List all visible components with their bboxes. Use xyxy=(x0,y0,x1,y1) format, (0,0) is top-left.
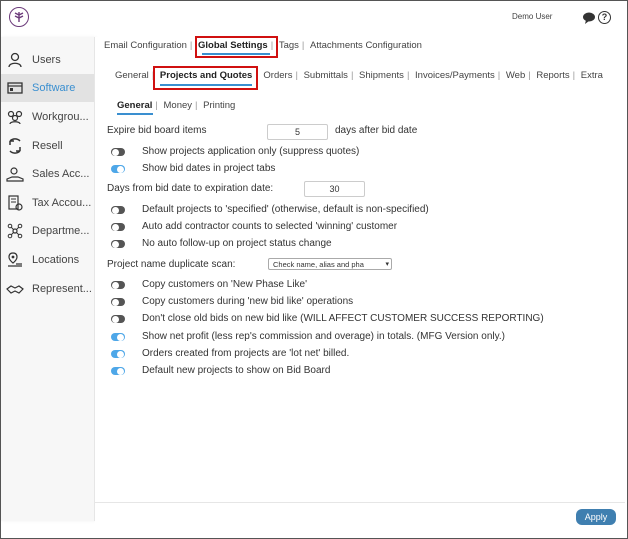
sidebar-item-departments[interactable]: Departme... xyxy=(1,217,94,245)
tab-general[interactable]: General xyxy=(115,70,149,81)
setting-label: Default projects to 'specified' (otherwi… xyxy=(142,204,429,215)
sales-accounts-icon xyxy=(6,165,24,183)
active-subtab-underline xyxy=(160,84,252,86)
sidebar-item-label: Tax Accou... xyxy=(32,197,92,209)
toggle-show-projects-only[interactable] xyxy=(111,148,125,156)
sidebar-item-label: Resell xyxy=(32,140,63,152)
tab-extra[interactable]: Extra xyxy=(581,70,603,81)
expire-label: Expire bid board items xyxy=(107,125,207,136)
software-icon xyxy=(6,79,24,97)
user-icon xyxy=(6,51,24,69)
active-subtab2-underline xyxy=(117,113,153,115)
sidebar-item-label: Users xyxy=(32,54,61,66)
tab-tags[interactable]: Tags xyxy=(279,40,299,51)
tab-shipments[interactable]: Shipments xyxy=(359,70,404,81)
resell-icon xyxy=(6,137,24,155)
tab-printing[interactable]: Printing xyxy=(203,100,235,111)
setting-label: Auto add contractor counts to selected '… xyxy=(142,221,398,232)
workgroup-icon xyxy=(6,108,24,126)
sidebar-item-workgroups[interactable]: Workgrou... xyxy=(1,103,94,131)
active-tab-underline xyxy=(202,53,270,55)
user-name[interactable]: Demo User xyxy=(512,12,552,21)
toggle-copy-new-phase[interactable] xyxy=(111,281,125,289)
setting-label: Show net profit (less rep's commission a… xyxy=(142,331,505,342)
tab-invoices-payments[interactable]: Invoices/Payments xyxy=(415,70,495,81)
help-icon[interactable]: ? xyxy=(598,11,611,24)
tax-accounts-icon xyxy=(6,194,24,212)
sidebar-item-label: Software xyxy=(32,82,76,94)
sidebar-item-users[interactable]: Users xyxy=(1,46,94,74)
sidebar-item-label: Represent... xyxy=(32,283,92,295)
toggle-default-specified[interactable] xyxy=(111,206,125,214)
chat-icon[interactable] xyxy=(582,11,596,25)
toggle-show-bid-dates[interactable] xyxy=(111,165,125,173)
sidebar-item-sales-accounts[interactable]: Sales Acc... xyxy=(1,160,94,188)
sidebar-item-label: Workgrou... xyxy=(32,111,89,123)
sidebar-item-label: Locations xyxy=(32,254,80,266)
sidebar-item-software[interactable]: Software xyxy=(1,74,94,102)
locations-icon xyxy=(6,251,24,269)
tab-reports[interactable]: Reports xyxy=(536,70,569,81)
sidebar-item-tax-accounts[interactable]: Tax Accou... xyxy=(1,189,94,217)
departments-icon xyxy=(6,222,24,240)
dup-scan-select[interactable]: Check name, alias and pha ▾ xyxy=(268,258,392,270)
apply-button[interactable]: Apply xyxy=(576,509,616,525)
setting-label: No auto follow-up on project status chan… xyxy=(142,238,332,249)
toggle-auto-add-contractor[interactable] xyxy=(111,223,125,231)
tab-email-configuration[interactable]: Email Configuration xyxy=(104,40,187,51)
highlight-projects-and-quotes xyxy=(153,66,258,90)
setting-label: Default new projects to show on Bid Boar… xyxy=(142,365,331,376)
days-expiration-input[interactable]: 30 xyxy=(304,181,365,197)
chevron-down-icon: ▾ xyxy=(385,261,389,268)
toggle-no-auto-followup[interactable] xyxy=(111,240,125,248)
toggle-show-on-bid-board[interactable] xyxy=(111,367,125,375)
toggle-show-net-profit[interactable] xyxy=(111,333,125,341)
dup-scan-value: Check name, alias and pha xyxy=(273,260,364,269)
app-logo-icon[interactable] xyxy=(9,7,29,27)
tab-sub-general[interactable]: General xyxy=(117,100,152,111)
tab-orders[interactable]: Orders xyxy=(263,70,292,81)
sidebar-item-representatives[interactable]: Represent... xyxy=(1,275,94,303)
toggle-copy-new-bid[interactable] xyxy=(111,298,125,306)
representatives-icon xyxy=(6,280,24,298)
expire-suffix: days after bid date xyxy=(335,125,418,136)
tab-web[interactable]: Web xyxy=(506,70,525,81)
projects-subtabs: General | Money | Printing xyxy=(117,100,236,111)
top-bar: Demo User ? xyxy=(1,1,625,37)
tab-money[interactable]: Money xyxy=(164,100,193,111)
setting-label: Copy customers on 'New Phase Like' xyxy=(142,279,308,290)
setting-label: Copy customers during 'new bid like' ope… xyxy=(142,296,354,307)
days-label: Days from bid date to expiration date: xyxy=(107,183,274,194)
setting-label: Don't close old bids on new bid like (WI… xyxy=(142,313,544,324)
sidebar-item-resell[interactable]: Resell xyxy=(1,132,94,160)
tab-attachments-configuration[interactable]: Attachments Configuration xyxy=(310,40,422,51)
setting-label: Show bid dates in project tabs xyxy=(142,163,276,174)
toggle-lot-net-billed[interactable] xyxy=(111,350,125,358)
sidebar-item-label: Departme... xyxy=(32,225,90,237)
sidebar-item-label: Sales Acc... xyxy=(32,168,90,180)
dup-scan-label: Project name duplicate scan: xyxy=(107,259,236,270)
sidebar: Users Software Workgrou... Resell Sales … xyxy=(1,37,95,521)
footer-bar xyxy=(95,502,625,538)
setting-label: Orders created from projects are 'lot ne… xyxy=(142,348,350,359)
sidebar-item-locations[interactable]: Locations xyxy=(1,246,94,274)
tab-submittals[interactable]: Submittals xyxy=(304,70,348,81)
expire-days-input[interactable]: 5 xyxy=(267,124,328,140)
setting-label: Show projects application only (suppress… xyxy=(142,146,360,157)
toggle-dont-close-old-bids[interactable] xyxy=(111,315,125,323)
